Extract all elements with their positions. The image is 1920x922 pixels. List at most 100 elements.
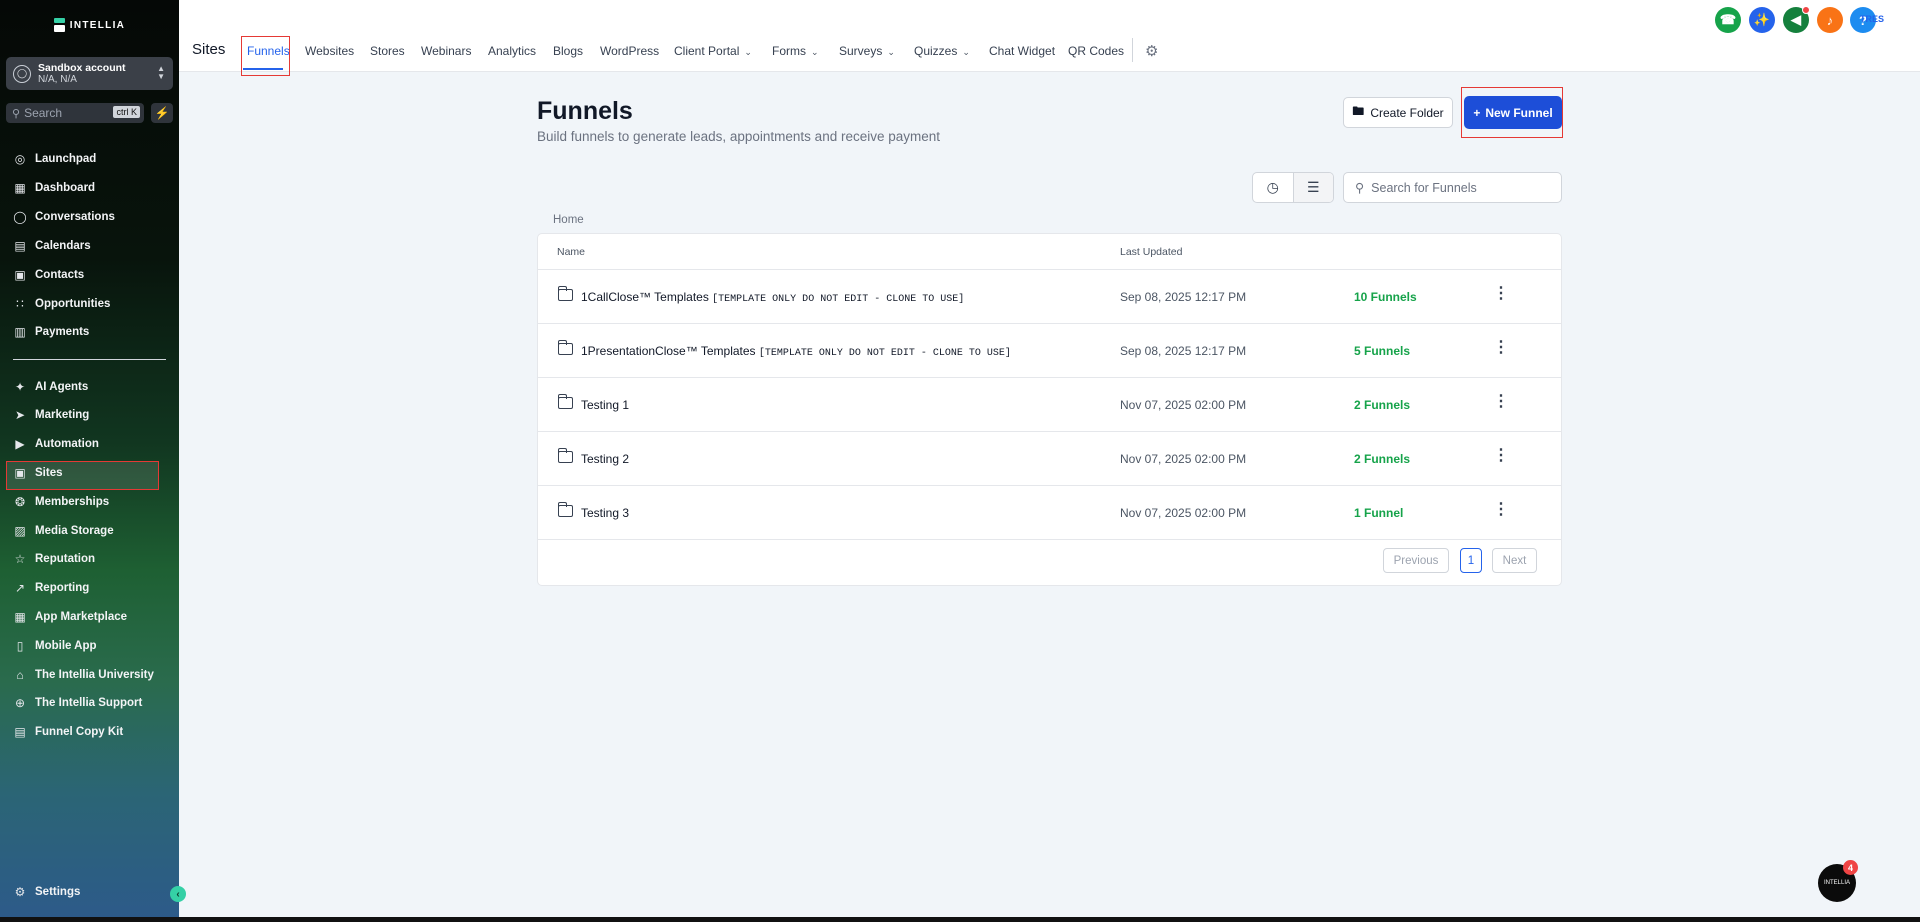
more-vertical-icon[interactable]: ⋮ — [1493, 502, 1509, 518]
funnel-count[interactable]: 10 Funnels — [1354, 290, 1417, 304]
sidebar-item-app-marketplace[interactable]: ▦ App Marketplace — [13, 606, 127, 628]
sidebar-item-launchpad[interactable]: ◎ Launchpad — [13, 148, 97, 170]
folder-name[interactable]: Testing 1 — [581, 398, 629, 413]
more-vertical-icon[interactable]: ⋮ — [1493, 448, 1509, 464]
sidebar-item-memberships[interactable]: ❂ Memberships — [13, 491, 109, 513]
megaphone-icon: ◀ — [1791, 12, 1801, 27]
sidebar-item-label: Launchpad — [35, 153, 97, 165]
app-logo[interactable]: INTELLIA — [0, 18, 179, 32]
tab-webinars[interactable]: Webinars — [421, 44, 471, 58]
table-row[interactable]: 1PresentationClose™ Templates [TEMPLATE … — [538, 324, 1561, 378]
tab-wordpress[interactable]: WordPress — [600, 44, 659, 58]
breadcrumb[interactable]: Home — [553, 214, 584, 226]
tab-qr-codes[interactable]: QR Codes — [1068, 44, 1124, 58]
column-last-updated[interactable]: Last Updated — [1120, 246, 1182, 258]
previous-page-button[interactable]: Previous — [1383, 548, 1449, 573]
page-title: Funnels — [537, 97, 633, 125]
create-folder-label: Create Folder — [1370, 105, 1444, 120]
chevron-down-icon: ⌄ — [744, 47, 752, 57]
tab-quizzes[interactable]: Quizzes ⌄ — [914, 44, 970, 58]
sidebar-item-reporting[interactable]: ↗ Reporting — [13, 577, 89, 599]
calendar-icon: ▤ — [14, 239, 26, 253]
table-row[interactable]: 1CallClose™ Templates [TEMPLATE ONLY DO … — [538, 270, 1561, 324]
bell-button[interactable]: ♪ — [1817, 7, 1843, 33]
search-shortcut: ctrl K — [113, 106, 140, 118]
sidebar-item-the-intellia-support[interactable]: ⊕ The Intellia Support — [13, 692, 142, 714]
sidebar-item-ai-agents[interactable]: ✦ AI Agents — [13, 376, 88, 398]
more-vertical-icon[interactable]: ⋮ — [1493, 286, 1509, 302]
account-switcher[interactable]: ◯ Sandbox account N/A, N/A ▲ ▼ — [6, 57, 173, 90]
new-funnel-button[interactable]: + New Funnel — [1464, 96, 1562, 129]
table-row[interactable]: Testing 3 Nov 07, 2025 02:00 PM 1 Funnel ⋮ — [538, 486, 1561, 540]
funnel-count[interactable]: 1 Funnel — [1354, 506, 1403, 520]
page-1-button[interactable]: 1 — [1460, 548, 1482, 573]
sidebar-item-payments[interactable]: ▥ Payments — [13, 321, 89, 343]
folder-note: [TEMPLATE ONLY DO NOT EDIT - CLONE TO US… — [712, 294, 965, 305]
table-row[interactable]: Testing 2 Nov 07, 2025 02:00 PM 2 Funnels ⋮ — [538, 432, 1561, 486]
megaphone-button[interactable]: ◀ — [1783, 6, 1810, 33]
tab-client-portal[interactable]: Client Portal ⌄ — [674, 44, 752, 58]
sidebar-item-funnel-copy-kit[interactable]: ▤ Funnel Copy Kit — [13, 721, 123, 743]
folder-icon — [557, 340, 573, 355]
sidebar-item-conversations[interactable]: ◯ Conversations — [13, 206, 115, 228]
sidebar-item-settings[interactable]: ⚙ Settings — [13, 881, 81, 903]
sidebar-item-reputation[interactable]: ☆ Reputation — [13, 548, 95, 570]
sidebar-search[interactable]: ⚲ Search ctrl K — [6, 103, 144, 123]
folder-name[interactable]: 1CallClose™ Templates [TEMPLATE ONLY DO … — [581, 290, 964, 305]
tab-label: Surveys — [839, 44, 883, 58]
more-vertical-icon[interactable]: ⋮ — [1493, 394, 1509, 410]
sidebar-item-label: Automation — [35, 438, 99, 450]
funnel-count[interactable]: 5 Funnels — [1354, 344, 1410, 358]
tab-label: Analytics — [488, 44, 537, 58]
settings-gear-icon[interactable]: ⚙ — [1145, 42, 1158, 60]
list-icon: ☰ — [1306, 179, 1320, 195]
sidebar-item-media-storage[interactable]: ▨ Media Storage — [13, 520, 113, 542]
tab-surveys[interactable]: Surveys ⌄ — [839, 44, 895, 58]
tab-chat-widget[interactable]: Chat Widget — [989, 44, 1055, 58]
tabs-separator — [1132, 38, 1133, 62]
sidebar-item-automation[interactable]: ▶ Automation — [13, 433, 99, 455]
funnel-count[interactable]: 2 Funnels — [1354, 452, 1410, 466]
tab-forms[interactable]: Forms ⌄ — [772, 44, 819, 58]
funnel-count[interactable]: 2 Funnels — [1354, 398, 1410, 412]
folder-name[interactable]: 1PresentationClose™ Templates [TEMPLATE … — [581, 344, 1011, 359]
recent-view-button[interactable]: ◷ — [1253, 173, 1293, 202]
folder-title: Testing 1 — [581, 398, 630, 412]
sidebar-item-label: Memberships — [35, 496, 110, 508]
tab-analytics[interactable]: Analytics — [488, 44, 536, 58]
user-initials[interactable]: TRES — [1860, 14, 1884, 24]
create-folder-button[interactable]: 🖿 Create Folder — [1343, 97, 1453, 128]
sidebar-item-mobile-app[interactable]: ▯ Mobile App — [13, 635, 97, 657]
collapse-sidebar-button[interactable]: ‹ — [170, 886, 186, 902]
sidebar-item-calendars[interactable]: ▤ Calendars — [13, 235, 91, 257]
list-view-button[interactable]: ☰ — [1292, 173, 1333, 202]
quick-actions-button[interactable]: ⚡ — [151, 103, 173, 123]
sidebar-item-the-intellia-university[interactable]: ⌂ The Intellia University — [13, 664, 154, 686]
sidebar-item-marketing[interactable]: ➤ Marketing — [13, 404, 89, 426]
funnel-search-input[interactable] — [1371, 180, 1542, 195]
logo-text: INTELLIA — [69, 19, 126, 31]
sidebar-item-label: Calendars — [35, 240, 91, 252]
magic-button[interactable]: ✨ — [1749, 7, 1775, 33]
last-updated: Sep 08, 2025 12:17 PM — [1120, 344, 1247, 358]
phone-button[interactable]: ☎ — [1715, 7, 1741, 33]
sidebar-item-dashboard[interactable]: ▦ Dashboard — [13, 177, 95, 199]
last-updated: Nov 07, 2025 02:00 PM — [1120, 452, 1247, 466]
folder-name[interactable]: Testing 3 — [581, 506, 629, 521]
folder-icon — [557, 502, 573, 517]
sidebar-item-sites[interactable]: ▣ Sites — [13, 462, 62, 484]
column-name[interactable]: Name — [557, 246, 585, 258]
folder-title: Testing 2 — [581, 452, 630, 466]
more-vertical-icon[interactable]: ⋮ — [1493, 340, 1509, 356]
next-page-button[interactable]: Next — [1492, 548, 1537, 573]
table-row[interactable]: Testing 1 Nov 07, 2025 02:00 PM 2 Funnels ⋮ — [538, 378, 1561, 432]
sidebar-item-contacts[interactable]: ▣ Contacts — [13, 264, 84, 286]
sidebar-item-opportunities[interactable]: ∷ Opportunities — [13, 293, 110, 315]
folder-name[interactable]: Testing 2 — [581, 452, 629, 467]
sidebar-item-label: Marketing — [35, 409, 90, 421]
tab-websites[interactable]: Websites — [305, 44, 354, 58]
tab-label: Chat Widget — [989, 44, 1056, 58]
tab-blogs[interactable]: Blogs — [553, 44, 583, 58]
sidebar-item-label: Conversations — [35, 211, 115, 223]
tab-stores[interactable]: Stores — [370, 44, 405, 58]
